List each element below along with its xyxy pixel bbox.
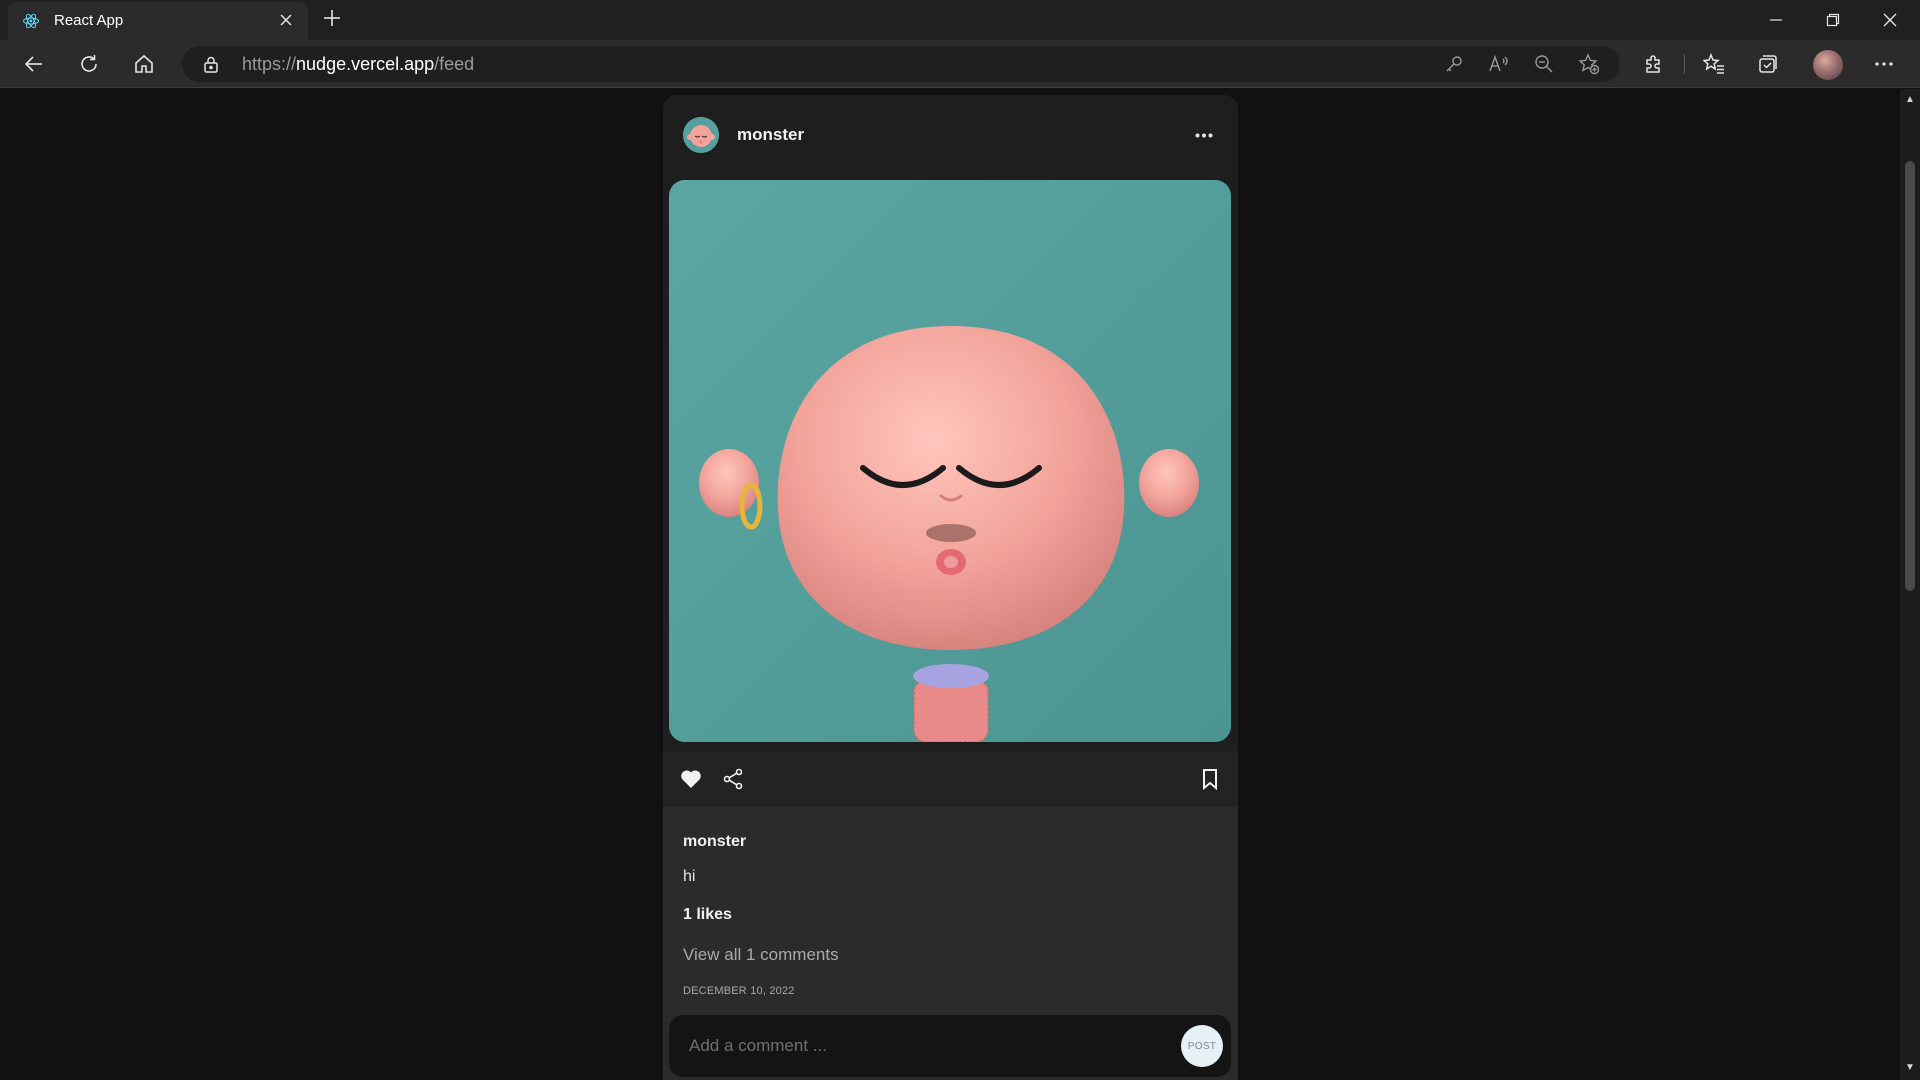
post-header: monster xyxy=(663,95,1238,175)
profile-avatar[interactable] xyxy=(1813,50,1843,80)
url-path: /feed xyxy=(434,54,475,74)
refresh-icon[interactable] xyxy=(71,48,107,80)
post-options-icon[interactable] xyxy=(1192,123,1216,147)
react-favicon-icon xyxy=(22,12,40,30)
minimize-button[interactable] xyxy=(1748,0,1804,40)
key-icon[interactable] xyxy=(1442,52,1466,76)
post-image[interactable] xyxy=(669,180,1231,742)
scroll-thumb[interactable] xyxy=(1905,161,1915,591)
comment-input[interactable] xyxy=(689,1029,1149,1063)
address-bar[interactable]: https://nudge.vercel.app/feed xyxy=(182,46,1620,82)
post-comment-button[interactable]: POST xyxy=(1181,1025,1223,1067)
likes-count: 1 likes xyxy=(683,906,732,923)
url-text[interactable]: https://nudge.vercel.app/feed xyxy=(242,54,474,75)
extensions-icon[interactable] xyxy=(1636,48,1672,80)
post-username[interactable]: monster xyxy=(737,125,804,145)
browser-tab[interactable]: React App xyxy=(8,2,308,40)
post-card: monster monster hi 1 likes View all 1 co… xyxy=(663,95,1238,1080)
favorites-icon[interactable] xyxy=(1696,48,1732,80)
collections-icon[interactable] xyxy=(1750,48,1786,80)
tab-strip: React App xyxy=(0,0,1920,40)
new-tab-plus-icon[interactable] xyxy=(318,6,346,34)
url-host: nudge.vercel.app xyxy=(296,54,435,74)
scroll-up-icon[interactable]: ▲ xyxy=(1903,93,1917,107)
close-window-button[interactable] xyxy=(1862,0,1918,40)
url-scheme: https:// xyxy=(242,54,297,74)
post-actions xyxy=(663,751,1238,807)
avatar[interactable] xyxy=(683,117,719,153)
toolbar-separator xyxy=(1684,54,1685,74)
caption-username[interactable]: monster xyxy=(683,833,746,851)
heart-icon[interactable] xyxy=(677,765,705,793)
zoom-out-icon[interactable] xyxy=(1532,52,1556,76)
read-aloud-icon[interactable] xyxy=(1487,52,1511,76)
bookmark-icon[interactable] xyxy=(1196,765,1224,793)
add-favorite-icon[interactable] xyxy=(1577,52,1601,76)
browser-toolbar: https://nudge.vercel.app/feed xyxy=(0,40,1920,88)
post-caption: hi xyxy=(683,868,696,885)
tab-close-icon[interactable] xyxy=(276,11,296,31)
back-icon[interactable] xyxy=(16,48,52,80)
post-date: DECEMBER 10, 2022 xyxy=(683,985,795,997)
home-icon[interactable] xyxy=(126,48,162,80)
lock-icon[interactable] xyxy=(202,55,220,73)
view-comments-link[interactable]: View all 1 comments xyxy=(683,945,839,965)
page-scrollbar[interactable]: ▲ ▼ xyxy=(1900,89,1920,1080)
more-icon[interactable] xyxy=(1866,48,1902,80)
restore-button[interactable] xyxy=(1805,0,1861,40)
page-viewport: monster monster hi 1 likes View all 1 co… xyxy=(0,89,1900,1080)
share-icon[interactable] xyxy=(719,765,747,793)
scroll-down-icon[interactable]: ▼ xyxy=(1903,1061,1917,1075)
comment-form: POST xyxy=(669,1015,1231,1077)
tab-title: React App xyxy=(54,12,124,29)
